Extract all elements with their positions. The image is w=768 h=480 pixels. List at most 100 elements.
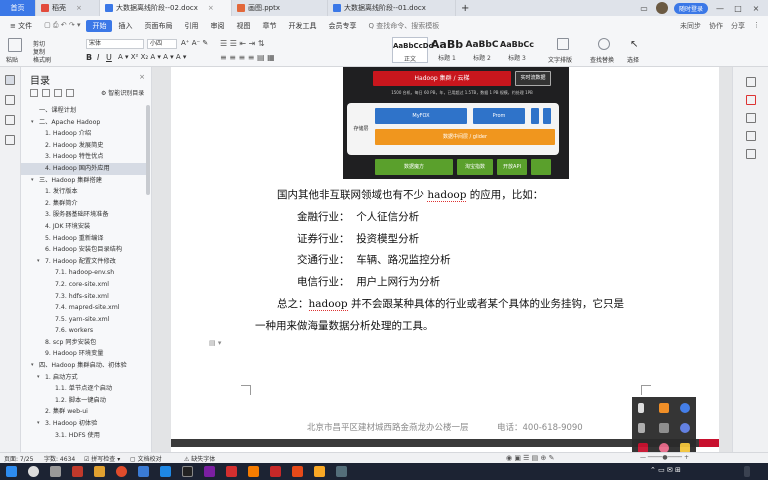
toc-item[interactable]: 7.2. core-site.xml: [21, 279, 146, 291]
taskbar-app-icon[interactable]: [292, 466, 303, 477]
paragraph-handle-icon[interactable]: ▤ ▾: [209, 339, 221, 347]
toc-item[interactable]: 7.1. hadoop-env.sh: [21, 267, 146, 279]
align-buttons[interactable]: ≡ ≡ ≡ ≡ ▤ ▦: [220, 53, 275, 62]
level-icon[interactable]: [54, 89, 62, 97]
toc-item[interactable]: 7.4. mapred-site.xml: [21, 302, 146, 314]
text-layout-button[interactable]: 文字排版: [548, 55, 572, 64]
new-tab-button[interactable]: +: [456, 0, 474, 16]
toc-item[interactable]: 4. Hadoop 国内外应用: [21, 162, 146, 175]
toc-item[interactable]: 9. Hadoop 环境变量: [21, 348, 146, 360]
minimize-icon[interactable]: —: [714, 4, 726, 13]
toc-item[interactable]: ▾ 3. Hadoop 初体验: [21, 418, 146, 430]
toc-item[interactable]: 7.6. workers: [21, 325, 146, 337]
tray-app-icon[interactable]: [638, 403, 644, 413]
text-format-buttons[interactable]: A ▾ X² X₂ A ▾ A ▾ A ▾: [118, 53, 186, 61]
toc-item[interactable]: 2. 集群 web-ui: [21, 406, 146, 418]
share-button[interactable]: 分享: [731, 21, 745, 31]
proofread-button[interactable]: ▢ 文档校对: [130, 454, 162, 463]
font-name-select[interactable]: 宋体: [86, 39, 144, 49]
more-icon[interactable]: ⋮: [753, 21, 760, 31]
taskbar-app-icon[interactable]: [226, 466, 237, 477]
nav-scrollbar[interactable]: [146, 105, 150, 195]
edit-red-icon[interactable]: [746, 95, 756, 105]
file-explorer-icon[interactable]: [94, 466, 105, 477]
taskbar-app-icon[interactable]: [204, 466, 215, 477]
maximize-icon[interactable]: □: [732, 4, 744, 13]
taskbar-app-icon[interactable]: [138, 466, 149, 477]
toc-item[interactable]: 3. Hadoop 特性优点: [21, 151, 146, 163]
close-icon[interactable]: ×: [208, 4, 214, 12]
toc-item[interactable]: ▾ 二、Apache Hadoop: [21, 117, 146, 129]
taskbar-app-icon[interactable]: [248, 466, 259, 477]
login-button[interactable]: 随时登录: [673, 2, 708, 14]
menu-view[interactable]: 视图: [230, 21, 256, 31]
toc-item[interactable]: 6. Hadoop 安装包目录结构: [21, 244, 146, 256]
expand-icon[interactable]: [30, 89, 38, 97]
menu-review[interactable]: 审阅: [204, 21, 230, 31]
chevron-down-icon[interactable]: ▾: [31, 360, 34, 372]
toc-item[interactable]: 5. Hadoop 重新编译: [21, 233, 146, 245]
menu-chapter[interactable]: 章节: [256, 21, 282, 31]
share-icon[interactable]: [746, 149, 756, 159]
bookmark-icon[interactable]: [5, 115, 15, 125]
style-heading-2[interactable]: AaBbC 标题 2: [465, 37, 499, 63]
collapse-icon[interactable]: [42, 89, 50, 97]
text-layout-icon[interactable]: [557, 38, 569, 50]
tab-doc-02[interactable]: 大数据离线阶段--02.docx ×: [100, 0, 232, 16]
task-view-icon[interactable]: [50, 466, 61, 477]
menu-developer[interactable]: 开发工具: [282, 21, 322, 31]
smart-toc-button[interactable]: ⚙ 智能识别目录: [101, 88, 144, 97]
settings-icon[interactable]: [746, 77, 756, 87]
document-page[interactable]: Hadoop 集群 / 云梯 实时流数据 1500 台机，每日 60 PB，年，…: [171, 67, 719, 452]
chevron-down-icon[interactable]: ▾: [37, 418, 40, 430]
find-replace-button[interactable]: 查找替换: [590, 55, 614, 64]
menu-file[interactable]: ≡ 文件: [4, 21, 38, 31]
review-icon[interactable]: [5, 135, 15, 145]
style-heading-1[interactable]: AaBb 标题 1: [430, 37, 464, 63]
taskbar-app-icon[interactable]: [72, 466, 83, 477]
toc-item[interactable]: 2. Hadoop 发展简史: [21, 140, 146, 152]
tab-doc-01[interactable]: 大数据离线阶段--01.docx: [328, 0, 456, 16]
zoom-control[interactable]: — ────●──── +: [640, 454, 689, 461]
pages-icon[interactable]: [5, 95, 15, 105]
tray-app-icon[interactable]: [638, 423, 645, 433]
word-count[interactable]: 字数: 4634: [44, 454, 75, 463]
toc-item[interactable]: 2. 集群简介: [21, 198, 146, 210]
chevron-down-icon[interactable]: ▾: [31, 117, 34, 129]
chrome-icon[interactable]: [116, 466, 127, 477]
toc-item[interactable]: 1. 发行版本: [21, 186, 146, 198]
toc-item[interactable]: 7.5. yarn-site.xml: [21, 314, 146, 326]
toc-icon[interactable]: [5, 75, 15, 85]
missing-font-button[interactable]: ⚠ 缺失字体: [184, 454, 215, 463]
toc-item[interactable]: 7.3. hdfs-site.xml: [21, 291, 146, 303]
notification-icon[interactable]: [744, 466, 750, 477]
tray-app-icon[interactable]: [680, 423, 690, 433]
italic-button[interactable]: I: [97, 53, 99, 62]
page-indicator[interactable]: 页面: 7/25: [4, 454, 33, 463]
collaborate-button[interactable]: 协作: [709, 21, 723, 31]
toc-item[interactable]: 1.2. 脚本一键启动: [21, 395, 146, 407]
toc-item[interactable]: 4. JDK 环境安装: [21, 221, 146, 233]
toc-item[interactable]: 3. 服务器基础环境准备: [21, 209, 146, 221]
list-buttons[interactable]: ☰ ☰ ⇤ ⇥ ⇅: [220, 39, 265, 48]
toc-item[interactable]: 一、课程计划: [21, 105, 146, 117]
font-size-select[interactable]: 小四: [147, 39, 177, 49]
tray-icons[interactable]: ⌃ ▭ ✉ ⊞: [650, 466, 681, 477]
menu-page-layout[interactable]: 页面布局: [138, 21, 178, 31]
tray-app-icon[interactable]: [659, 403, 669, 413]
tab-docer[interactable]: 稻壳 ×: [36, 0, 100, 16]
chevron-down-icon[interactable]: ▾: [37, 256, 40, 268]
menu-member[interactable]: 会员专享: [322, 21, 362, 31]
chevron-down-icon[interactable]: ▾: [37, 372, 40, 384]
search-icon[interactable]: [28, 466, 39, 477]
tray-app-icon[interactable]: [680, 403, 690, 413]
edit-icon[interactable]: [66, 89, 74, 97]
toc-item[interactable]: 3.1. HDFS 使用: [21, 430, 146, 442]
style-normal[interactable]: AaBbCcDd 正文: [392, 37, 434, 63]
quick-access-icons[interactable]: ▢ ⎙ ↶ ↷ ▾: [38, 21, 86, 30]
toc-item[interactable]: 1.1. 单节点逐个启动: [21, 383, 146, 395]
menu-reference[interactable]: 引用: [178, 21, 204, 31]
underline-button[interactable]: U: [106, 53, 112, 62]
taskbar-app-icon[interactable]: [336, 466, 347, 477]
font-size-buttons[interactable]: A⁺ A⁻ ✎: [181, 39, 208, 47]
